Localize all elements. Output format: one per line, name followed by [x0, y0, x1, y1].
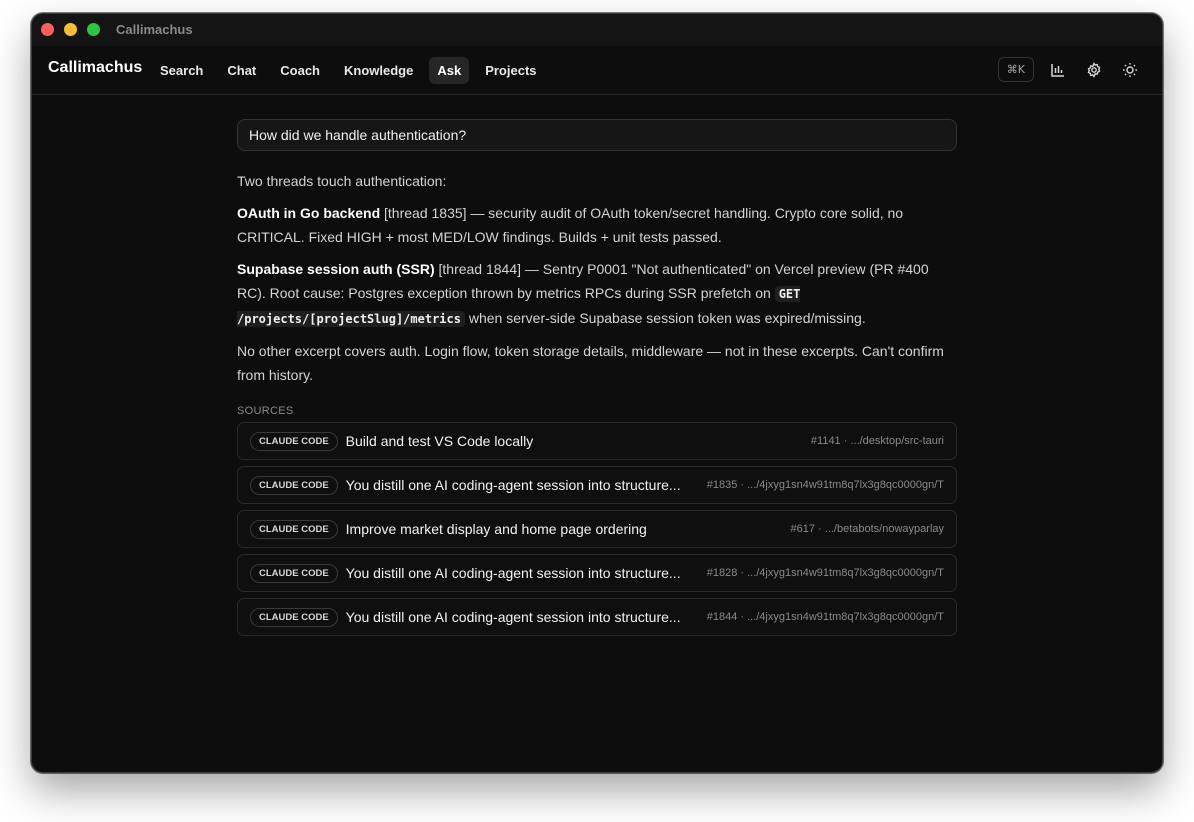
nav-search[interactable]: Search: [152, 57, 211, 84]
thread-ref: [thread 1844]: [438, 261, 522, 277]
sun-icon[interactable]: [1118, 58, 1142, 82]
minimize-window-button[interactable]: [64, 23, 77, 36]
source-badge: CLAUDE CODE: [250, 475, 338, 495]
app-brand[interactable]: Callimachus: [48, 59, 142, 77]
answer-item-oauth: OAuth in Go backend [thread 1835] — secu…: [237, 201, 957, 249]
answer-item-text: when server-side Supabase session token …: [464, 310, 866, 326]
source-badge: CLAUDE CODE: [250, 563, 338, 583]
sources-list: CLAUDE CODE Build and test VS Code local…: [237, 422, 957, 636]
source-title: Build and test VS Code locally: [345, 433, 534, 449]
title-bar: Callimachus: [32, 14, 1162, 46]
ask-panel: Two threads touch authentication: OAuth …: [237, 119, 957, 642]
answer-body: Two threads touch authentication: OAuth …: [237, 169, 957, 387]
source-meta: #1844 · .../4jxyg1sn4w91tm8q7lx3g8qc0000…: [706, 611, 944, 623]
window-title: Callimachus: [116, 22, 193, 37]
source-meta: #1141 · .../desktop/src-tauri: [810, 435, 944, 447]
source-item[interactable]: CLAUDE CODE Improve market display and h…: [237, 510, 957, 548]
answer-intro: Two threads touch authentication:: [237, 173, 447, 189]
nav-tabs: Search Chat Coach Knowledge Ask Projects: [152, 57, 551, 84]
source-title: You distill one AI coding-agent session …: [345, 477, 681, 493]
source-item[interactable]: CLAUDE CODE Build and test VS Code local…: [237, 422, 957, 460]
source-item[interactable]: CLAUDE CODE You distill one AI coding-ag…: [237, 554, 957, 592]
top-navbar: Callimachus Search Chat Coach Knowledge …: [32, 46, 1162, 95]
maximize-window-button[interactable]: [87, 23, 100, 36]
source-badge: CLAUDE CODE: [250, 607, 338, 627]
nav-projects[interactable]: Projects: [477, 57, 544, 84]
app-window: Callimachus Callimachus Search Chat Coac…: [31, 13, 1163, 773]
source-item[interactable]: CLAUDE CODE You distill one AI coding-ag…: [237, 598, 957, 636]
source-item[interactable]: CLAUDE CODE You distill one AI coding-ag…: [237, 466, 957, 504]
nav-chat[interactable]: Chat: [219, 57, 264, 84]
answer-closing: No other excerpt covers auth. Login flow…: [237, 343, 944, 383]
source-title: You distill one AI coding-agent session …: [345, 565, 681, 581]
source-badge: CLAUDE CODE: [250, 431, 338, 451]
source-title: Improve market display and home page ord…: [345, 521, 647, 537]
nav-actions: ⌘K: [997, 57, 1142, 82]
source-meta: #1828 · .../4jxyg1sn4w91tm8q7lx3g8qc0000…: [706, 567, 944, 579]
thread-ref: [thread 1835]: [384, 205, 467, 221]
source-meta: #1835 · .../4jxyg1sn4w91tm8q7lx3g8qc0000…: [706, 479, 944, 491]
source-title: You distill one AI coding-agent session …: [345, 609, 681, 625]
gear-icon[interactable]: [1082, 58, 1106, 82]
close-window-button[interactable]: [41, 23, 54, 36]
nav-knowledge[interactable]: Knowledge: [336, 57, 421, 84]
source-badge: CLAUDE CODE: [250, 519, 338, 539]
answer-item-supabase: Supabase session auth (SSR) [thread 1844…: [237, 257, 957, 331]
ask-query-input[interactable]: [237, 119, 957, 151]
nav-coach[interactable]: Coach: [272, 57, 328, 84]
answer-item-title: OAuth in Go backend: [237, 205, 381, 221]
answer-item-title: Supabase session auth (SSR): [237, 261, 435, 277]
sources-heading: SOURCES: [237, 405, 294, 417]
command-palette-button[interactable]: ⌘K: [997, 57, 1034, 82]
bar-chart-icon[interactable]: [1046, 58, 1070, 82]
source-meta: #617 · .../betabots/nowayparlay: [790, 523, 944, 535]
nav-ask[interactable]: Ask: [429, 57, 470, 84]
